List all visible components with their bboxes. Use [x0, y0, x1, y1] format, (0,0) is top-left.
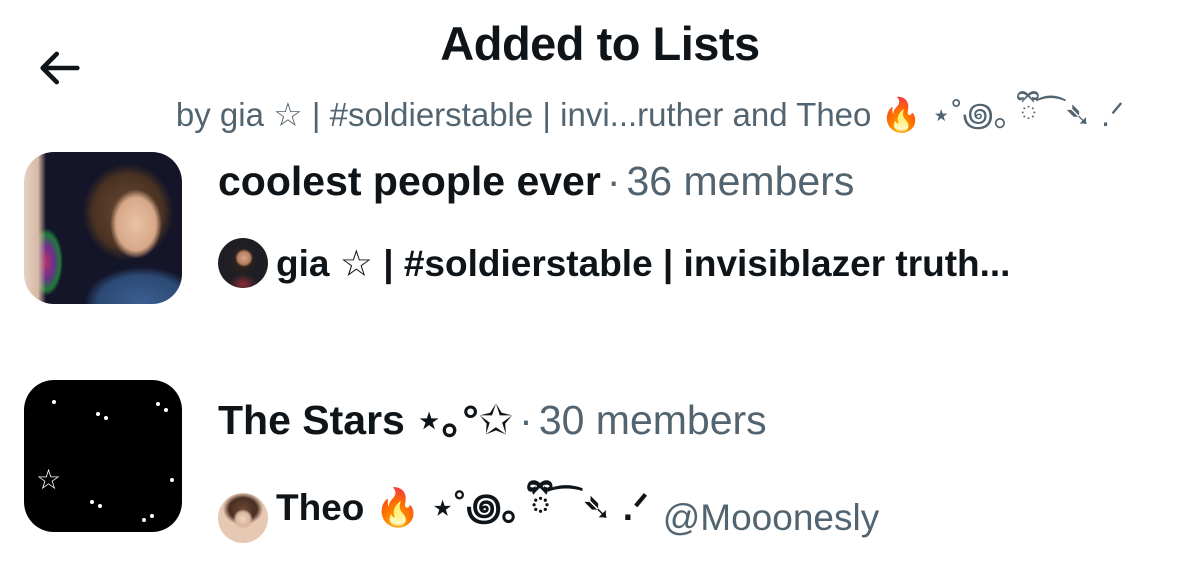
owner-name[interactable]: gia ☆ | #soldierstable | invisiblazer tr…: [276, 242, 1010, 285]
list-name: The Stars ⋆｡°✩: [218, 397, 514, 443]
separator-dot: ·: [519, 397, 533, 443]
list-item[interactable]: coolest people ever · 36 members gia ☆ | #…: [0, 140, 1200, 330]
list-owner: gia ☆ | #soldierstable | invisiblazer tr…: [218, 238, 1010, 288]
list-banner-image: ☆: [24, 380, 182, 532]
owner-handle[interactable]: @Mooonesly: [663, 497, 880, 539]
list-owner: Theo 🔥 ⋆˚꩜｡ ྀི⁀➴ .ᐟ @Mooonesly: [218, 466, 879, 570]
list-name: coolest people ever: [218, 158, 601, 204]
owner-name[interactable]: Theo 🔥 ⋆˚꩜｡ ྀི⁀➴ .ᐟ: [276, 466, 649, 570]
list-item[interactable]: ☆ The Stars ⋆｡°✩ · 30 members Theo 🔥 ⋆˚꩜｡ …: [0, 368, 1200, 558]
page-title: Added to Lists: [440, 17, 760, 70]
owner-avatar[interactable]: [218, 493, 268, 543]
owner-avatar[interactable]: [218, 238, 268, 288]
list-title-line: coolest people ever · 36 members: [218, 158, 854, 205]
list-title-line: The Stars ⋆｡°✩ · 30 members: [218, 386, 767, 446]
member-count: 36 members: [626, 158, 855, 204]
separator-dot: ·: [606, 158, 621, 204]
star-icon: ☆: [36, 464, 62, 495]
member-count: 30 members: [538, 397, 767, 443]
page-header: Added to Lists by gia ☆ | #soldierstable…: [0, 0, 1200, 133]
list-banner-image: [24, 152, 182, 304]
